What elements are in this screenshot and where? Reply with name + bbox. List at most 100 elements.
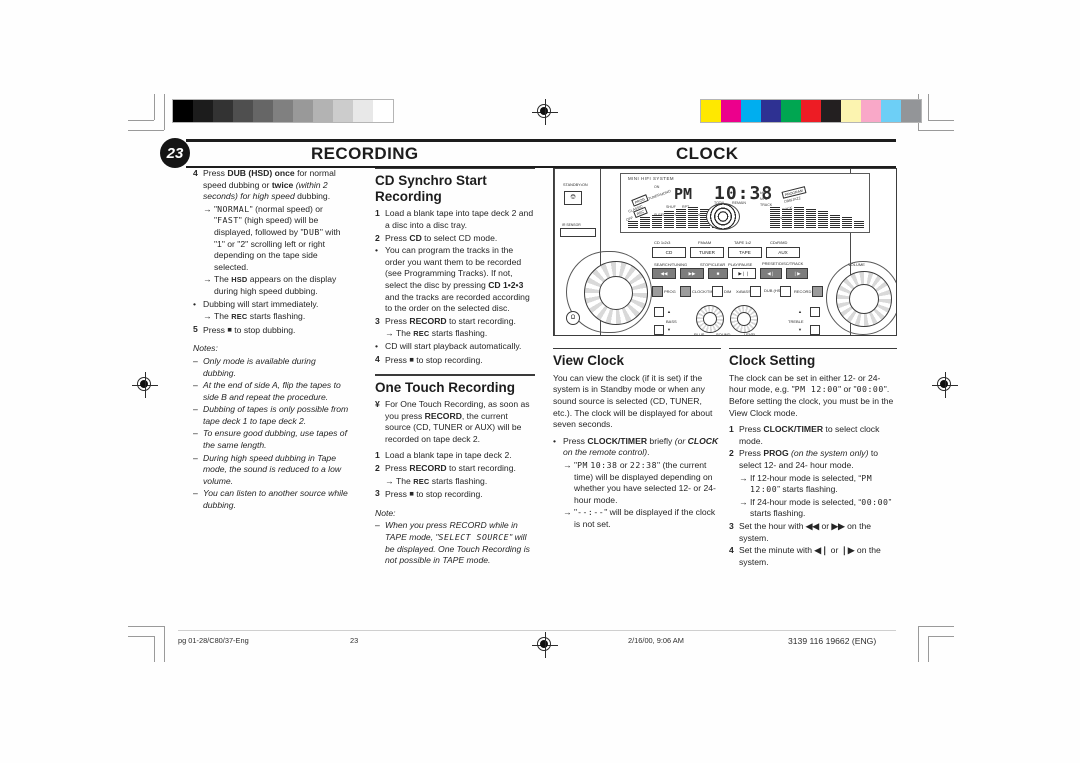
text-run: to start recording. (446, 462, 516, 473)
bullet-icon: • (375, 340, 379, 351)
text-run: Set the hour with (739, 521, 806, 532)
color-swatch-4 (781, 100, 801, 122)
lcd-blank-time: --:-- (577, 507, 605, 518)
tone-knob-plus[interactable] (696, 305, 724, 333)
treble-up-arrow-icon: ▲ (798, 309, 802, 314)
transport-button-stop[interactable]: ■ (708, 268, 728, 279)
treble-label: TREBLE (788, 319, 804, 324)
substep-text: If 12-hour mode is selected, “PM 12:00” … (750, 472, 873, 495)
tone-knob-level[interactable] (730, 305, 758, 333)
once-label: once (274, 168, 295, 178)
registration-mark-top (532, 99, 558, 125)
dim-label: DIM (724, 289, 732, 294)
dub-hsd-button[interactable] (780, 286, 791, 297)
clock-timer-button[interactable] (680, 286, 691, 297)
lcd-time-24h: 22:38 (629, 460, 658, 471)
cd123-button-label: CD 1•2•3 (488, 279, 524, 290)
rec-indicator-label: REC (231, 312, 248, 322)
text-run: appears on the display (247, 274, 337, 285)
substep-rec-flashing: → The REC starts flashing. (385, 476, 535, 488)
heading-line-1: CD Synchro Start (375, 173, 487, 189)
bass-label: BASS (666, 319, 677, 324)
text-run: selected. (214, 261, 249, 272)
dash-icon: – (193, 355, 198, 366)
treble-down-button[interactable] (810, 325, 820, 335)
note-text: Dubbing of tapes is only possible from t… (203, 404, 349, 426)
prog-button-label: PROG (763, 448, 789, 459)
transport-button-fast-forward[interactable]: ▶▶ (680, 268, 704, 279)
substep-text: The REC starts flashing. (396, 476, 535, 488)
text-run: The (396, 328, 414, 339)
text-run: "1" or "2" scrolling left or right (214, 238, 326, 249)
bullet-text: Press CLOCK/TIMER briefly (or CLOCK on t… (563, 436, 721, 459)
xbass-button[interactable] (750, 286, 761, 297)
bass-down-button[interactable] (654, 325, 664, 335)
source-button-cd[interactable]: CD (652, 247, 686, 258)
text-run: Press (739, 448, 764, 459)
lcd-12h-example: PM 12:00 (794, 384, 839, 395)
transport-label-play-pause: PLAY/PAUSE (728, 262, 753, 267)
arrow-icon: → (203, 311, 212, 322)
transport-button-rewind[interactable]: ◀◀ (652, 268, 676, 279)
dim-button[interactable] (712, 286, 723, 297)
section-heading-clock-setting: Clock Setting (729, 353, 816, 369)
substep-24h-mode: → If 24-hour mode is selected, “00:00” s… (739, 497, 897, 520)
source-button-tape[interactable]: TAPE (728, 247, 762, 258)
text-run: to stop recording. (413, 354, 483, 365)
text-run: Press (739, 424, 764, 435)
step-number: 3 (375, 488, 380, 499)
substep-clock-not-set: → "--:--" will be displayed if the clock… (563, 507, 721, 530)
lcd-24h-example: 00:00 (856, 384, 884, 395)
record-button-label: RECORD (409, 462, 447, 473)
step-text: Press ■ to stop dubbing. (203, 324, 351, 337)
crop-mark-bottom-left (128, 620, 170, 662)
lcd-tag-on: ON (654, 185, 660, 189)
lcd-pm: PM (577, 460, 588, 471)
prog-button[interactable] (652, 286, 663, 297)
text-run: starts flashing. (429, 475, 488, 486)
bass-up-button[interactable] (654, 307, 664, 317)
step-4: 4 Set the minute with ◀❘ or ❘▶ on the sy… (729, 545, 897, 568)
record-button[interactable] (812, 286, 823, 297)
bass-down-arrow-icon: ▼ (667, 327, 671, 332)
lcd-spectrum-bars (628, 205, 864, 229)
step-4: 4 Press ■ to stop recording. (375, 354, 535, 367)
step-number: 3 (729, 521, 734, 532)
text-run: Press (203, 168, 228, 178)
source-button-tuner[interactable]: TUNER (690, 247, 724, 258)
step-text: Load a blank tape in tape deck 2. (385, 450, 512, 461)
transport-button-play-pause[interactable]: ▶❘❘ (732, 268, 756, 279)
lcd-disc-animation-icon (706, 203, 740, 230)
page-title-recording: RECORDING (311, 143, 419, 163)
greyscale-swatch-6 (293, 100, 313, 122)
text-run: " or " (838, 384, 857, 395)
step-text: Load a blank tape into tape deck 2 and a… (385, 208, 534, 230)
next-track-icon: ❘▶ (840, 545, 855, 556)
treble-up-button[interactable] (810, 307, 820, 317)
crop-mark-bottom-right (912, 620, 954, 662)
step-number: 1 (729, 424, 734, 435)
transport-button-previous[interactable]: ◀❘ (760, 268, 782, 279)
text-run: or (828, 545, 841, 556)
text-run: to stop recording. (413, 489, 483, 500)
ir-sensor-window (560, 228, 596, 237)
step-2: 2 Press PROG (on the system only) to sel… (729, 448, 897, 471)
step-5: 5 Press ■ to stop dubbing. (193, 324, 351, 337)
crop-mark-top-left (128, 94, 170, 136)
substep-text: The REC starts flashing. (214, 311, 351, 323)
page-footer: pg 01-28/C80/37-Eng 23 2/16/00, 9:06 AM … (178, 630, 896, 652)
step-text: Press RECORD to start recording. (385, 316, 535, 328)
column-clock-setting: Clock Setting The clock can be set in ei… (729, 348, 897, 569)
bullet-text: CD will start playback automatically. (385, 340, 522, 351)
note-item: – At the end of side A, flip the tapes t… (193, 380, 351, 403)
record-button-label: RECORD (409, 315, 447, 326)
source-button-aux[interactable]: AUX (766, 247, 800, 258)
lcd-tag-khz: kHz (760, 191, 767, 195)
text-run: (on the system only) (788, 448, 869, 459)
ir-sensor-label: IR SENSOR (562, 223, 581, 227)
text-run: The (396, 475, 414, 486)
arrow-icon: → (385, 475, 394, 486)
dash-icon: – (193, 380, 198, 391)
transport-button-next[interactable]: ❘▶ (786, 268, 808, 279)
